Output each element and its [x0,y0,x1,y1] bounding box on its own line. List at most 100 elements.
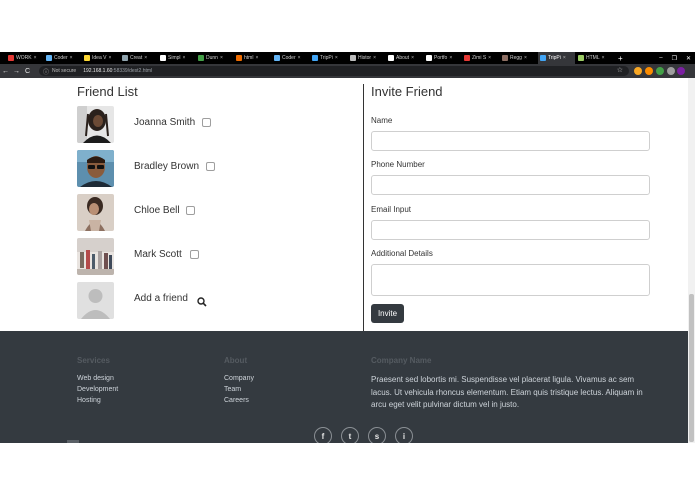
twitter-icon[interactable]: t [341,427,359,443]
tab-favicon-icon [274,55,280,61]
scrollbar-thumb[interactable] [689,294,694,442]
tab-close-icon[interactable]: × [298,55,301,61]
footer-link-development[interactable]: Development [77,386,118,393]
tab-label: Coder [54,55,68,61]
bottom-blank-area [0,443,695,494]
additional-details-label: Additional Details [371,249,433,258]
tab-label: Creat [130,55,143,61]
tab-close-icon[interactable]: × [411,55,414,61]
name-input[interactable] [371,131,650,151]
browser-tab[interactable]: Portfo × [424,52,461,64]
browser-tab[interactable]: Coder × [44,52,81,64]
tab-close-icon[interactable]: × [220,55,223,61]
friend-avatar-chloe [77,194,114,231]
footer-link-company[interactable]: Company [224,375,254,382]
browser-tab[interactable]: Histor × [348,52,385,64]
tab-close-icon[interactable]: × [602,55,605,61]
browser-tab[interactable]: Regg × [500,52,537,64]
page-scrollbar[interactable] [688,78,695,443]
footer-link-web-design[interactable]: Web design [77,375,114,382]
tab-close-icon[interactable]: × [70,55,73,61]
additional-details-textarea[interactable] [371,264,650,296]
forward-icon[interactable]: → [11,68,22,75]
footer-link-hosting[interactable]: Hosting [77,397,101,404]
extension-icon-1[interactable] [634,67,642,75]
new-tab-button[interactable]: + [618,52,628,64]
browser-tab[interactable]: html × [234,52,271,64]
extension-icon-4[interactable] [667,67,675,75]
tab-label: Portfo [434,55,448,61]
tab-close-icon[interactable]: × [335,55,338,61]
back-icon[interactable]: ← [0,68,11,75]
friend-checkbox-joanna[interactable] [202,118,211,127]
browser-tab[interactable]: Dunn × [196,52,233,64]
add-friend-label[interactable]: Add a friend [134,293,188,304]
browser-tab[interactable]: Idea V × [82,52,119,64]
friend-name: Mark Scott [134,249,182,260]
phone-number-label: Phone Number [371,160,425,169]
browser-tab[interactable]: HTML × [576,52,613,64]
browser-tab[interactable]: Coder × [272,52,309,64]
tab-label: Zimi S [472,55,487,61]
about-heading: About [224,356,248,365]
minimize-button[interactable]: – [659,55,662,61]
address-bar[interactable]: ⓘ Not secure 192.168.1.60:58339/dest2.ht… [39,66,629,76]
footer-link-team[interactable]: Team [224,386,241,393]
tab-label: TripPi [320,55,333,61]
tab-close-icon[interactable]: × [373,55,376,61]
browser-tab[interactable]: Creat × [120,52,157,64]
invite-button[interactable]: Invite [371,304,404,323]
tab-label: WORK [16,55,32,61]
tab-favicon-icon [160,55,166,61]
browser-tab[interactable]: WORK × [6,52,43,64]
friend-name: Bradley Brown [134,161,200,172]
extension-icon-2[interactable] [645,67,653,75]
security-label: Not secure [52,68,77,74]
tab-close-icon[interactable]: × [449,55,452,61]
email-input[interactable] [371,220,650,240]
tab-label: Simpl [168,55,181,61]
company-description: Praesent sed lobortis mi. Suspendisse ve… [371,375,643,409]
tab-favicon-icon [198,55,204,61]
friend-row-bradley-brown: Bradley Brown [77,150,357,187]
tab-favicon-icon [312,55,318,61]
browser-toolbar: ← → C ⓘ Not secure 192.168.1.60:58339/de… [0,64,695,78]
tab-close-icon[interactable]: × [183,55,186,61]
browser-tab[interactable]: Simpl × [158,52,195,64]
tab-label: HTML [586,55,600,61]
profile-avatar[interactable] [677,67,685,75]
search-icon[interactable] [197,294,207,307]
tab-close-icon[interactable]: × [255,55,258,61]
friend-checkbox-chloe[interactable] [186,206,195,215]
friend-row-mark-scott: Mark Scott [77,238,357,275]
friend-checkbox-mark[interactable] [190,250,199,259]
tab-close-icon[interactable]: × [34,55,37,61]
reload-icon[interactable]: C [22,68,33,75]
extension-icon-3[interactable] [656,67,664,75]
footer-link-careers[interactable]: Careers [224,397,249,404]
friend-row-joanna-smith: Joanna Smith [77,106,357,143]
tab-close-icon[interactable]: × [144,55,147,61]
browser-tab[interactable]: TripPi × [310,52,347,64]
browser-tab[interactable]: About × [386,52,423,64]
maximize-button[interactable]: ❐ [672,55,677,62]
tab-favicon-icon [426,55,432,61]
tab-label: Coder [282,55,296,61]
friend-checkbox-bradley[interactable] [206,162,215,171]
email-label: Email Input [371,205,412,214]
snapchat-icon[interactable]: s [368,427,386,443]
phone-number-input[interactable] [371,175,650,195]
instagram-icon[interactable]: i [395,427,413,443]
bookmark-star-icon[interactable]: ☆ [617,66,623,76]
info-icon[interactable]: ⓘ [43,67,49,76]
tab-close-icon[interactable]: × [108,55,111,61]
tab-close-icon[interactable]: × [524,55,527,61]
browser-tab[interactable]: TripPi × [538,52,575,64]
url-text: 192.168.1.60:58339/dest2.html [83,68,152,74]
facebook-icon[interactable]: f [314,427,332,443]
tab-close-icon[interactable]: × [563,55,566,61]
browser-tab[interactable]: Zimi S × [462,52,499,64]
close-window-button[interactable]: ✕ [686,55,691,62]
tab-label: Regg [510,55,522,61]
tab-close-icon[interactable]: × [488,55,491,61]
